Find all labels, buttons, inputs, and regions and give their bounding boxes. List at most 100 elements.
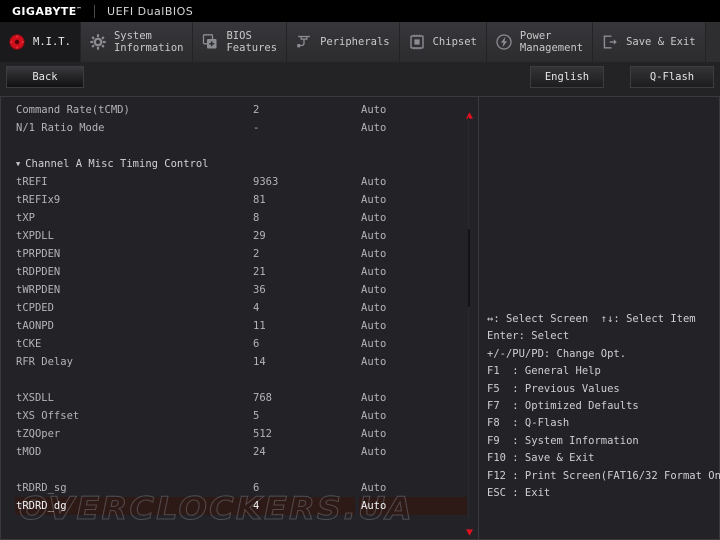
setting-current-value: 6 [253,482,259,494]
setting-name: tAONPD [16,320,54,332]
setting-name: tMOD [16,446,41,458]
scroll-down-arrow-icon[interactable] [465,522,474,531]
setting-option-value: Auto [361,212,386,224]
settings-row[interactable]: N/1 Ratio Mode-Auto [1,119,462,137]
setting-name: RFR Delay [16,356,73,368]
language-button[interactable]: English [530,66,604,88]
setting-option-value: Auto [361,446,386,458]
help-key-line: F7 : Optimized Defaults [487,398,719,415]
help-key-line: F1 : General Help [487,363,719,380]
back-button[interactable]: Back [6,66,84,88]
settings-row[interactable]: tXSDLL768Auto [1,389,462,407]
settings-row[interactable]: tCKE6Auto [1,335,462,353]
setting-option-value: Auto [361,428,386,440]
chevron-down-icon: ▼ [16,160,20,168]
tab-label-chipset: Chipset [433,36,477,48]
settings-row[interactable]: tMOD 24 Auto [1,443,462,461]
settings-row[interactable]: RFR Delay14Auto [1,353,462,371]
lightning-icon [495,33,513,51]
settings-list: Command Rate(tCMD)2AutoN/1 Ratio Mode-Au… [1,101,462,515]
setting-name: Command Rate(tCMD) [16,104,130,116]
setting-name: tRDPDEN [16,266,60,278]
setting-option-value: Auto [361,122,386,134]
setting-current-value: 11 [253,320,266,332]
setting-option-value: Auto [361,338,386,350]
tab-chipset[interactable]: Chipset [400,22,487,62]
tab-label-peripherals: Peripherals [320,36,390,48]
scrollbar-track[interactable] [468,117,469,519]
mit-dial-icon [8,33,26,51]
chipset-icon [408,33,426,51]
settings-section-header[interactable]: ▼Channel A Misc Timing Control [1,155,462,173]
setting-option-value: Auto [361,482,386,494]
setting-current-value: 36 [253,284,266,296]
setting-name: tCKE [16,338,41,350]
setting-name: tREFIx9 [16,194,60,206]
settings-row[interactable]: tAONPD11Auto [1,317,462,335]
plug-icon [295,33,313,51]
help-key-line: +/-/PU/PD: Change Opt. [487,346,719,363]
help-key-line: ESC : Exit [487,485,719,502]
setting-current-value: 4 [253,302,259,314]
scroll-up-arrow-icon[interactable] [465,105,474,114]
setting-current-value: 24 [253,446,266,458]
qflash-button[interactable]: Q-Flash [630,66,714,88]
tab-label-bios-features: BIOS Features [226,30,277,54]
help-key-line: F12 : Print Screen(FAT16/32 Format Only) [487,468,719,485]
tab-power-management[interactable]: Power Management [487,22,593,62]
tab-system-information[interactable]: System Information [81,22,194,62]
setting-name: tREFI [16,176,48,188]
help-key-line: F10 : Save & Exit [487,450,719,467]
trademark-symbol: ™ [77,6,82,12]
settings-row[interactable]: tCPDED4Auto [1,299,462,317]
setting-option-value: Auto [361,248,386,260]
setting-option-value: Auto [361,266,386,278]
settings-row[interactable]: tWRPDEN36Auto [1,281,462,299]
help-key-line: F8 : Q-Flash [487,415,719,432]
tab-label-mit: M.I.T. [33,36,71,48]
setting-current-value: 512 [253,428,272,440]
setting-current-value: 2 [253,248,259,260]
settings-row[interactable]: tREFIx981Auto [1,191,462,209]
help-panel: ↔: Select Screen ↑↓: Select ItemEnter: S… [478,96,720,540]
help-key-line: Enter: Select [487,328,719,345]
settings-row[interactable]: Command Rate(tCMD)2Auto [1,101,462,119]
settings-row[interactable]: tXP 8 Auto [1,209,462,227]
tab-label-save-and-exit: Save & Exit [626,36,696,48]
list-spacer [1,371,462,389]
setting-option-value: Auto [361,230,386,242]
settings-list-panel: Command Rate(tCMD)2AutoN/1 Ratio Mode-Au… [0,96,478,540]
tab-label-power-management: Power Management [520,30,583,54]
settings-row[interactable]: tXS Offset5Auto [1,407,462,425]
tab-bios-features[interactable]: BIOS Features [193,22,287,62]
chip-plus-icon [201,33,219,51]
setting-name: tRDRD_dg [16,500,67,512]
tab-peripherals[interactable]: Peripherals [287,22,400,62]
brand-subtitle: UEFI DualBIOS [107,5,193,18]
setting-current-value: 5 [253,410,259,422]
setting-name: tXP [16,212,35,224]
settings-row[interactable]: tZQOper512Auto [1,425,462,443]
setting-current-value: 9363 [253,176,278,188]
exit-arrow-icon [601,33,619,51]
setting-current-value: 8 [253,212,259,224]
setting-name: tXS Offset [16,410,79,422]
settings-row[interactable]: tRDPDEN21Auto [1,263,462,281]
settings-row[interactable]: tPRPDEN2Auto [1,245,462,263]
settings-row[interactable]: tRDRD_sg6Auto [1,479,462,497]
tab-label-system-information: System Information [114,30,184,54]
setting-current-value: 2 [253,104,259,116]
settings-row[interactable]: tXPDLL29Auto [1,227,462,245]
tab-mit[interactable]: M.I.T. [0,22,81,62]
tab-save-and-exit[interactable]: Save & Exit [593,22,706,62]
setting-current-value: 4 [253,500,259,512]
scrollbar-thumb[interactable] [468,229,470,307]
setting-option-value: Auto [361,500,386,512]
setting-name: tCPDED [16,302,54,314]
settings-row-selected[interactable]: tRDRD_dg 4 Auto [1,497,462,515]
list-scrollbar[interactable] [463,101,475,535]
settings-row[interactable]: tREFI9363Auto [1,173,462,191]
setting-current-value: 29 [253,230,266,242]
gear-icon [89,33,107,51]
help-key-line: F9 : System Information [487,433,719,450]
